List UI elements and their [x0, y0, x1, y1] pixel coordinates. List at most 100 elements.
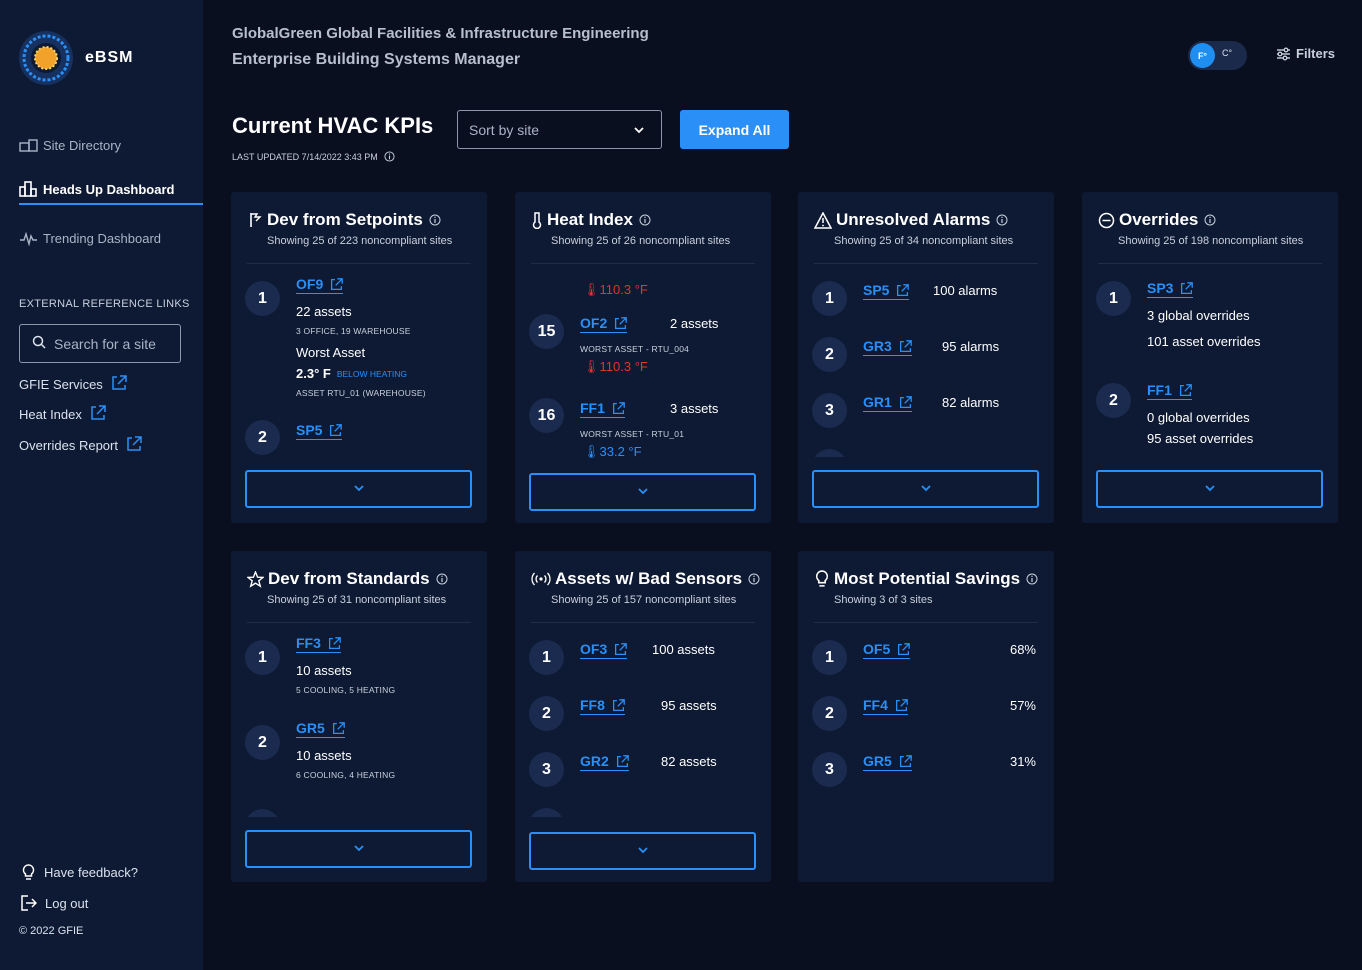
external-link-icon: [330, 277, 344, 291]
info-icon[interactable]: [1026, 573, 1038, 585]
last-updated-text: LAST UPDATED 7/14/2022 3:43 PM: [232, 151, 378, 162]
rank-badge: 3: [812, 393, 847, 428]
site-link[interactable]: SP3: [1147, 280, 1194, 298]
card-potential-savings: Most Potential Savings Showing 3 of 3 si…: [798, 551, 1054, 882]
nav-label: Heads Up Dashboard: [43, 181, 175, 197]
lightbulb-icon: [21, 864, 36, 881]
sort-value: Sort by site: [469, 121, 540, 138]
card-subtitle: Showing 25 of 198 noncompliant sites: [1118, 235, 1304, 247]
building-icon: [19, 137, 39, 153]
site-link[interactable]: FF3: [296, 635, 341, 653]
info-icon[interactable]: [429, 214, 441, 226]
expand-card-button[interactable]: [529, 832, 756, 870]
thermometer-icon: [531, 211, 543, 229]
expand-card-button[interactable]: [529, 473, 756, 511]
rank-badge: 1: [1096, 281, 1131, 316]
site-link[interactable]: FF1: [1147, 382, 1192, 400]
asset-count: 10 assets: [296, 748, 352, 763]
site-search-input[interactable]: Search for a site: [19, 324, 181, 363]
link-gfie-services[interactable]: GFIE Services: [19, 375, 127, 394]
divider: [531, 622, 755, 623]
card-dev-from-setpoints: Dev from Setpoints Showing 25 of 223 non…: [231, 192, 487, 523]
card-title-text: Unresolved Alarms: [836, 210, 991, 229]
logout-icon: [21, 895, 37, 911]
site-code: GR3: [863, 338, 892, 354]
external-link-icon: [329, 423, 343, 437]
asset-count: 100 assets: [652, 642, 715, 657]
app-name: Enterprise Building Systems Manager: [232, 51, 521, 68]
site-link[interactable]: OF5: [863, 641, 911, 659]
site-link[interactable]: GR2: [580, 753, 629, 771]
info-icon[interactable]: [384, 151, 395, 162]
card-title: Unresolved Alarms: [814, 210, 1008, 230]
card-subtitle: Showing 25 of 31 noncompliant sites: [267, 594, 447, 606]
card-title-text: Overrides: [1119, 210, 1199, 229]
logout-label: Log out: [45, 895, 89, 911]
global-overrides: 3 global overrides: [1147, 308, 1250, 323]
info-icon[interactable]: [748, 573, 760, 585]
expand-card-button[interactable]: [245, 470, 472, 508]
divider: [247, 622, 471, 623]
card-subtitle: Showing 25 of 26 noncompliant sites: [551, 235, 731, 247]
expand-all-button[interactable]: Expand All: [680, 110, 789, 149]
temperature-reading: 🌡110.3 °F: [583, 282, 648, 298]
site-link[interactable]: FF4: [863, 697, 908, 715]
site-link[interactable]: GR5: [863, 753, 912, 771]
site-link[interactable]: FF1: [580, 400, 625, 418]
site-link[interactable]: SP5: [296, 422, 343, 440]
rank-badge: 3: [812, 752, 847, 787]
site-link[interactable]: SP5: [863, 282, 910, 300]
unit-toggle[interactable]: F° C°: [1188, 41, 1247, 70]
sliders-icon: [1276, 47, 1291, 61]
filters-button[interactable]: Filters: [1276, 46, 1335, 61]
logout-link[interactable]: Log out: [21, 895, 88, 911]
site-link[interactable]: FF8: [580, 697, 625, 715]
site-link[interactable]: GR1: [863, 394, 912, 412]
sort-select[interactable]: Sort by site: [457, 110, 662, 149]
info-icon[interactable]: [1204, 214, 1216, 226]
temperature-reading: 🌡110.3 °F: [583, 359, 648, 375]
sun-logo-icon: [18, 30, 74, 86]
site-link[interactable]: OF3: [580, 641, 628, 659]
external-link-icon: [899, 395, 912, 409]
unit-celsius[interactable]: C°: [1222, 48, 1232, 58]
star-icon: [247, 570, 264, 588]
info-icon[interactable]: [996, 214, 1008, 226]
rank-badge: 2: [812, 337, 847, 372]
site-link[interactable]: GR5: [296, 720, 345, 738]
site-link[interactable]: OF9: [296, 276, 344, 294]
sensor-signal-icon: [531, 572, 551, 586]
expand-card-button[interactable]: [1096, 470, 1323, 508]
last-updated: LAST UPDATED 7/14/2022 3:43 PM: [232, 151, 395, 162]
unit-fahrenheit[interactable]: F°: [1190, 43, 1215, 68]
feedback-link[interactable]: Have feedback?: [21, 864, 138, 881]
info-icon[interactable]: [436, 573, 448, 585]
site-link[interactable]: GR3: [863, 338, 912, 356]
nav-site-directory[interactable]: Site Directory: [19, 137, 121, 153]
rank-badge-cutoff: [245, 809, 280, 817]
card-heat-index: Heat Index Showing 25 of 26 noncompliant…: [515, 192, 771, 523]
brand-name: eBSM: [85, 49, 134, 66]
external-link-icon: [616, 754, 629, 768]
link-label: Overrides Report: [19, 438, 118, 453]
chevron-down-icon: [353, 840, 365, 858]
info-icon[interactable]: [639, 214, 651, 226]
worst-asset-value: 2.3° F BELOW HEATING: [296, 366, 407, 381]
link-heat-index[interactable]: Heat Index: [19, 405, 106, 424]
expand-card-button[interactable]: [812, 470, 1039, 508]
external-link-icon: [90, 405, 106, 424]
nav-trending-dashboard[interactable]: Trending Dashboard: [19, 230, 161, 246]
card-title-text: Assets w/ Bad Sensors: [555, 569, 743, 588]
link-overrides-report[interactable]: Overrides Report: [19, 436, 142, 455]
chevron-down-icon: [637, 483, 649, 501]
external-link-icon: [1179, 383, 1192, 397]
rank-badge-cutoff: [529, 808, 564, 817]
asset-count: 2 assets: [670, 316, 719, 331]
site-link[interactable]: OF2: [580, 315, 628, 333]
logo[interactable]: eBSM: [18, 30, 133, 86]
active-nav-indicator: [19, 203, 203, 205]
expand-card-button[interactable]: [245, 830, 472, 868]
card-title-text: Most Potential Savings: [834, 569, 1021, 588]
feedback-label: Have feedback?: [44, 865, 138, 880]
nav-heads-up-dashboard[interactable]: Heads Up Dashboard: [19, 181, 174, 197]
